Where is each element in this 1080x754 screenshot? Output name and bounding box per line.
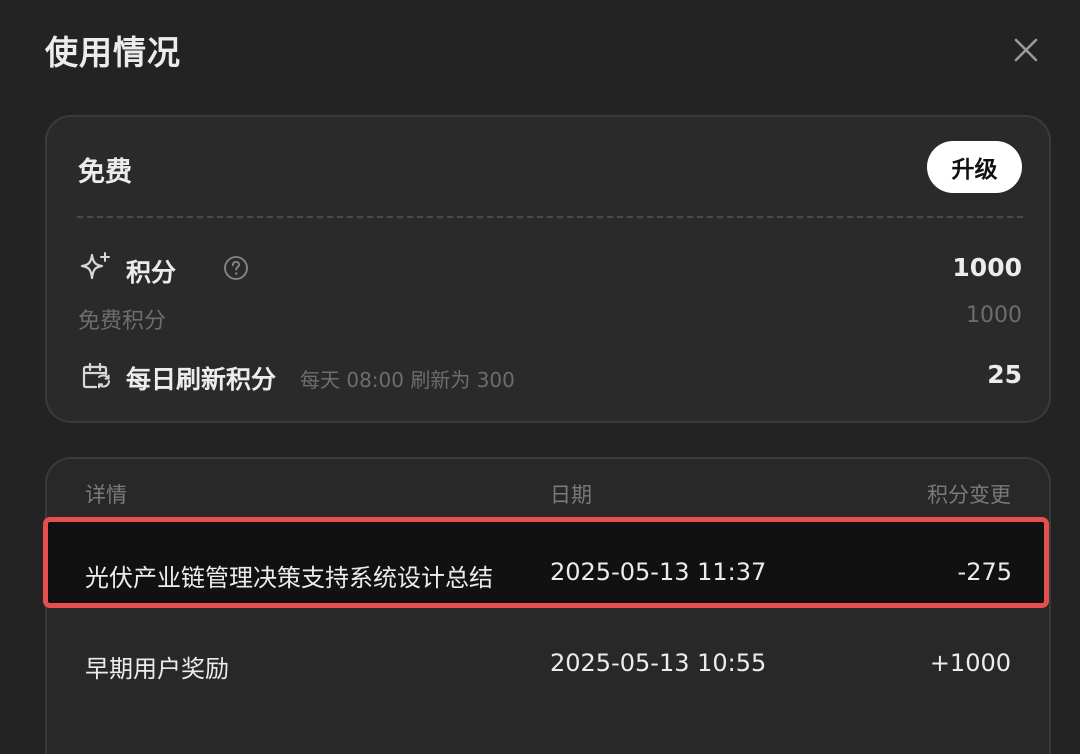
daily-credits-value: 25 (987, 360, 1022, 389)
daily-refresh-note: 每天 08:00 刷新为 300 (300, 368, 515, 392)
free-credits-value: 1000 (966, 303, 1022, 328)
usage-dialog: 使用情况 免费 升级 积分 1000 免费积分 1000 每日刷新积分 每天 0… (0, 0, 1080, 754)
row-date: 2025-05-13 10:55 (550, 649, 767, 677)
table-row-highlighted: 光伏产业链管理决策支持系统设计总结 2025-05-13 11:37 -275 (43, 517, 1049, 608)
credits-value: 1000 (952, 253, 1022, 282)
dialog-title: 使用情况 (45, 33, 181, 72)
column-header-detail: 详情 (85, 483, 127, 507)
row-credit-change: +1000 (929, 649, 1011, 677)
daily-credits-label: 每日刷新积分 (126, 365, 277, 394)
row-date: 2025-05-13 11:37 (550, 558, 767, 586)
free-credits-label: 免费积分 (78, 309, 167, 334)
calendar-refresh-icon (80, 360, 112, 396)
credits-row: 积分 1000 (78, 251, 1022, 287)
upgrade-button[interactable]: 升级 (927, 141, 1022, 193)
plan-name: 免费 (78, 157, 132, 188)
help-icon[interactable] (223, 255, 249, 285)
divider (77, 216, 1023, 218)
column-header-date: 日期 (550, 483, 592, 507)
row-detail: 光伏产业链管理决策支持系统设计总结 (85, 564, 493, 592)
row-detail: 早期用户奖励 (85, 655, 229, 683)
plan-card: 免费 升级 积分 1000 免费积分 1000 每日刷新积分 每天 08:00 … (45, 115, 1051, 423)
close-icon (1014, 38, 1038, 62)
free-credits-row: 免费积分 1000 (78, 303, 1022, 334)
column-header-credit-change: 积分变更 (927, 483, 1011, 507)
row-credit-change: -275 (957, 558, 1012, 586)
daily-credits-row: 每日刷新积分 每天 08:00 刷新为 300 25 (78, 358, 1022, 394)
sparkle-icon (78, 251, 112, 289)
table-row: 早期用户奖励 2025-05-13 10:55 +1000 (47, 619, 1049, 709)
credits-label: 积分 (126, 258, 177, 287)
close-button[interactable] (1008, 32, 1044, 68)
